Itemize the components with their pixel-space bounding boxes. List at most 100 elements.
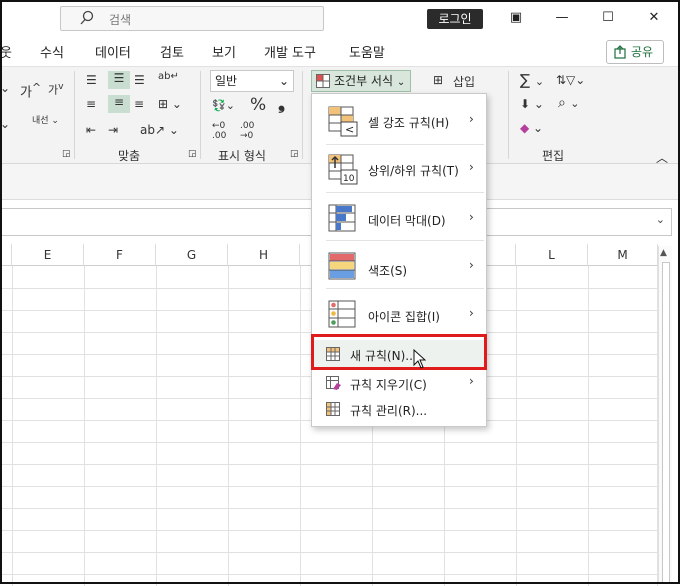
ribbon-separator bbox=[508, 71, 509, 159]
increase-decimal-icon[interactable]: ←0.00 bbox=[212, 121, 226, 141]
column-header-g[interactable]: G bbox=[156, 244, 228, 266]
column-header-l[interactable]: L bbox=[516, 244, 588, 266]
insert-cells-icon[interactable]: ⊞ bbox=[433, 73, 443, 87]
column-header-e[interactable]: E bbox=[12, 244, 84, 266]
menu-item-label: 아이콘 집합(I) bbox=[368, 310, 440, 324]
mouse-cursor-icon bbox=[413, 349, 427, 369]
align-bottom-icon[interactable]: ☰ bbox=[134, 73, 145, 87]
minimize-icon[interactable]: — bbox=[550, 8, 574, 28]
scroll-up-icon[interactable]: ▲ bbox=[660, 248, 667, 258]
share-label: 공유 bbox=[631, 45, 654, 59]
font-grow-icon[interactable]: 가^ bbox=[20, 81, 41, 100]
percent-style-icon[interactable]: % bbox=[250, 95, 266, 115]
number-format-select[interactable]: 일반 ⌄ bbox=[210, 70, 294, 92]
menu-divider bbox=[326, 240, 484, 241]
close-icon[interactable]: ✕ bbox=[642, 8, 666, 28]
find-select-icon[interactable]: ⌕ ⌄ bbox=[558, 95, 580, 111]
vertical-scrollbar[interactable]: ▲ bbox=[658, 246, 672, 584]
share-icon bbox=[614, 45, 626, 59]
alignment-dialog-launcher-icon[interactable]: ◲ bbox=[188, 149, 197, 159]
grid-line bbox=[228, 266, 229, 586]
font-dropdown-chevron-icon[interactable]: ⌄ bbox=[0, 81, 10, 95]
chevron-down-icon: ⌄ bbox=[278, 74, 289, 88]
ribbon-separator bbox=[302, 71, 303, 159]
menu-item-icon-sets[interactable]: 아이콘 집합(I) › bbox=[312, 290, 486, 338]
align-left-icon[interactable]: ≡ bbox=[86, 97, 96, 111]
grid-line bbox=[12, 266, 13, 586]
clear-rules-icon bbox=[326, 376, 341, 390]
align-middle-icon[interactable]: ☰ bbox=[108, 71, 130, 89]
share-button[interactable]: 공유 bbox=[606, 40, 664, 64]
grid-line bbox=[0, 530, 658, 531]
login-button[interactable]: 로그인 bbox=[427, 9, 483, 29]
editing-group-label: 편집 bbox=[542, 149, 565, 163]
search-icon bbox=[80, 10, 94, 25]
font-color-chevron-icon[interactable]: ⌄ bbox=[0, 117, 10, 131]
align-top-icon[interactable]: ☰ bbox=[86, 73, 97, 87]
accounting-format-icon[interactable]: 💱⌄ bbox=[212, 99, 235, 112]
font-shrink-icon[interactable]: 가v bbox=[48, 81, 64, 98]
data-bars-icon bbox=[328, 204, 356, 232]
conditional-formatting-icon bbox=[316, 74, 330, 88]
font-dialog-launcher-icon[interactable]: ◲ bbox=[62, 149, 71, 159]
decrease-indent-icon[interactable]: ⇤ bbox=[86, 123, 96, 137]
title-bar: 검색 로그인 ▣ — ☐ ✕ bbox=[0, 0, 680, 36]
top-bottom-icon: 10 bbox=[328, 154, 358, 185]
align-center-icon[interactable]: ≡ bbox=[108, 95, 130, 113]
tab-review[interactable]: 검토 bbox=[160, 42, 184, 61]
autosum-icon[interactable]: ∑ ⌄ bbox=[520, 71, 544, 89]
search-placeholder: 검색 bbox=[109, 13, 132, 27]
sort-filter-icon[interactable]: ⇅▽⌄ bbox=[556, 73, 585, 87]
orientation-icon[interactable]: ab↗ ⌄ bbox=[140, 123, 179, 137]
chevron-right-icon: › bbox=[469, 210, 474, 224]
merge-center-icon[interactable]: ⊞ ⌄ bbox=[158, 97, 182, 111]
clear-icon[interactable]: ◆ ⌄ bbox=[520, 121, 543, 135]
tab-developer[interactable]: 개발 도구 bbox=[264, 42, 316, 61]
align-right-icon[interactable]: ≡ bbox=[134, 97, 144, 111]
tab-view[interactable]: 보기 bbox=[212, 42, 236, 61]
fill-icon[interactable]: ⬇ ⌄ bbox=[520, 97, 544, 111]
number-dialog-launcher-icon[interactable]: ◲ bbox=[290, 149, 299, 159]
scrollbar-thumb[interactable] bbox=[662, 262, 670, 584]
menu-item-clear-rules[interactable]: 규칙 지우기(C) › bbox=[312, 370, 486, 396]
column-header-h[interactable]: H bbox=[228, 244, 300, 266]
highlight-cells-icon: < bbox=[328, 106, 358, 137]
column-header-m[interactable]: M bbox=[588, 244, 658, 266]
tab-help[interactable]: 도움말 bbox=[349, 42, 385, 61]
menu-divider bbox=[326, 288, 484, 289]
increase-indent-icon[interactable]: ⇥ bbox=[108, 123, 118, 137]
tab-partial[interactable]: 웃 bbox=[0, 42, 12, 61]
chevron-right-icon: › bbox=[469, 160, 474, 174]
maximize-icon[interactable]: ☐ bbox=[596, 8, 620, 28]
decrease-decimal-icon[interactable]: .00 →0 bbox=[240, 121, 254, 141]
menu-item-label: 셀 강조 규칙(H) bbox=[368, 116, 450, 130]
icon-sets-icon bbox=[328, 300, 356, 328]
search-box[interactable]: 검색 bbox=[60, 6, 324, 31]
tab-formulas[interactable]: 수식 bbox=[40, 42, 64, 61]
chevron-right-icon: › bbox=[469, 306, 474, 320]
menu-item-top-bottom[interactable]: 10 상위/하위 규칙(T) › bbox=[312, 146, 486, 194]
expand-formula-bar-icon[interactable]: ⌄ bbox=[656, 213, 665, 226]
insert-label[interactable]: 삽입 bbox=[453, 73, 475, 90]
menu-divider bbox=[326, 144, 484, 145]
ribbon-separator bbox=[74, 71, 75, 159]
number-group-label: 표시 형식 bbox=[218, 149, 266, 163]
menu-item-label: 상위/하위 규칙(T) bbox=[368, 164, 459, 178]
svg-text:<: < bbox=[345, 123, 354, 136]
grid-line bbox=[516, 266, 517, 586]
wrap-text-icon[interactable]: ab↵ bbox=[158, 71, 179, 82]
conditional-formatting-button[interactable]: 조건부 서식 ⌄ bbox=[311, 70, 411, 92]
phonetic-icon[interactable]: 내선 ⌄ bbox=[32, 113, 59, 126]
menu-item-manage-rules[interactable]: 규칙 관리(R)... bbox=[312, 396, 486, 424]
column-header-f[interactable]: F bbox=[84, 244, 156, 266]
menu-item-color-scales[interactable]: 색조(S) › bbox=[312, 242, 486, 290]
manage-rules-icon bbox=[326, 402, 340, 416]
menu-item-highlight-cells[interactable]: < 셀 강조 규칙(H) › bbox=[312, 98, 486, 146]
tab-data[interactable]: 데이터 bbox=[95, 42, 131, 61]
ribbon-tabs: 웃 수식 데이터 검토 보기 개발 도구 도움말 bbox=[0, 36, 680, 66]
menu-item-data-bars[interactable]: 데이터 막대(D) › bbox=[312, 194, 486, 242]
comma-style-icon[interactable]: ❟ bbox=[278, 93, 285, 114]
grid-line bbox=[0, 552, 658, 553]
grid-line bbox=[0, 508, 658, 509]
ribbon-display-icon[interactable]: ▣ bbox=[504, 8, 528, 28]
